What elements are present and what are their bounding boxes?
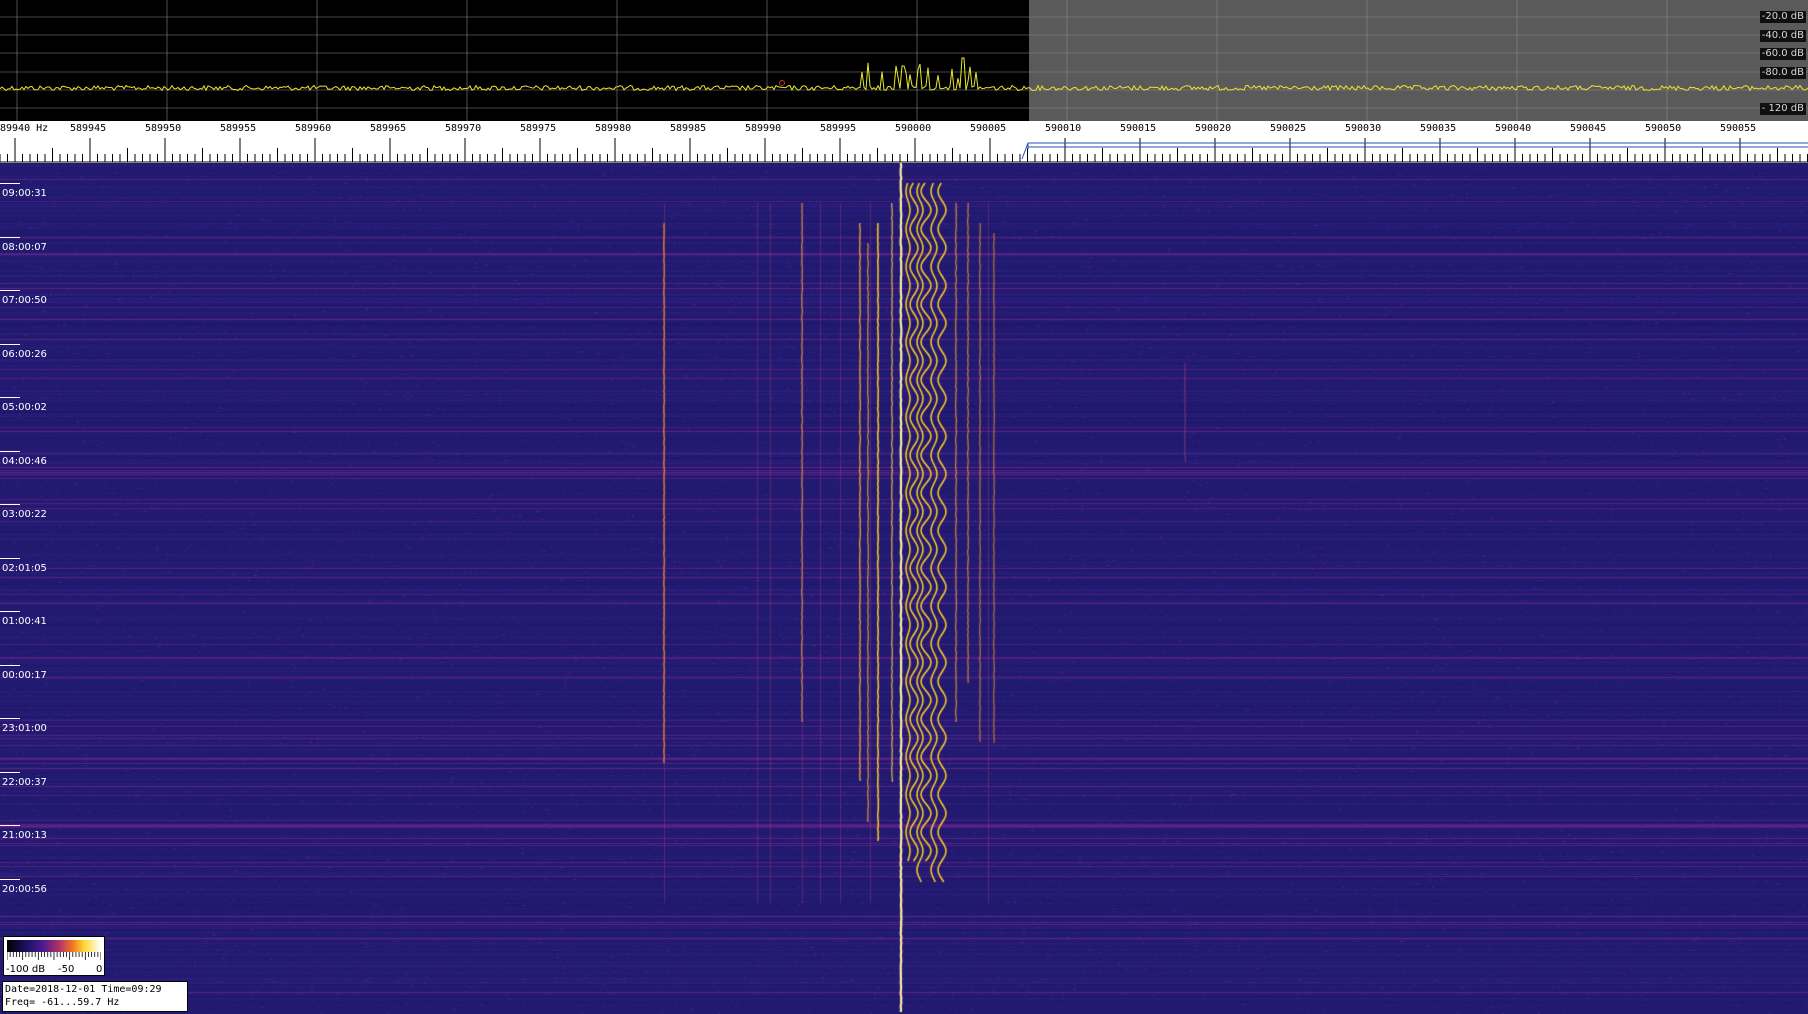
time-label: 04:00:46 xyxy=(2,455,47,467)
frequency-tick-label: 589945 xyxy=(70,123,107,134)
waterfall-canvas xyxy=(0,163,1808,1014)
time-tick xyxy=(0,878,20,880)
spectrum-plot xyxy=(0,0,1808,121)
spectrum-trace xyxy=(0,57,1808,92)
time-label: 21:00:13 xyxy=(2,830,47,841)
time-tick xyxy=(0,236,20,238)
db-label-4: -80.0 dB xyxy=(1759,67,1806,79)
time-tick xyxy=(0,183,20,184)
time-label: 03:00:22 xyxy=(2,509,47,520)
time-tick xyxy=(0,557,20,559)
time-tick xyxy=(0,825,20,826)
waterfall-display[interactable]: 09:00:31 08:00:07 07:00:50 06:00:26 05:00:02… xyxy=(0,163,1808,1014)
colorbar-label-min: -100 dB xyxy=(6,964,46,975)
frequency-tick-label: 589980 xyxy=(595,123,632,134)
time-label: 23:01:00 xyxy=(2,723,47,734)
time-label: 22:00:37 xyxy=(2,776,47,788)
colorbar-label-max: 0 xyxy=(96,964,103,975)
frequency-tick-label: 589950 xyxy=(145,123,182,134)
frequency-tick-label: 590015 xyxy=(1120,123,1157,134)
frequency-tick-label: 589960 xyxy=(295,123,332,134)
time-label: 05:00:02 xyxy=(2,402,47,413)
db-label-3: -60.0 dB xyxy=(1759,48,1806,60)
time-label: 00:00:17 xyxy=(2,669,47,681)
colorbar-label-mid: -50 xyxy=(58,964,75,975)
frequency-tick-label: 589975 xyxy=(520,123,557,134)
time-label: 02:01:05 xyxy=(2,562,47,574)
frequency-tick-label: 590050 xyxy=(1645,123,1682,134)
frequency-tick-label: 590005 xyxy=(970,123,1007,134)
db-label-1: -20.0 dB xyxy=(1759,11,1806,23)
db-label-2: -40.0 dB xyxy=(1759,30,1806,42)
spectrum-panel[interactable]: -20.0 dB -40.0 dB -60.0 dB -80.0 dB - 12… xyxy=(0,0,1808,121)
frequency-tick-label: 589995 xyxy=(820,123,857,134)
frequency-tick-label: 590000 xyxy=(895,123,932,134)
time-tick xyxy=(0,504,20,505)
time-tick xyxy=(0,664,20,666)
date-time-line: Date=2018-12-01 Time=09:29 xyxy=(5,984,162,995)
colorbar-legend: -100 dB -50 0 xyxy=(3,936,105,976)
time-label: 01:00:41 xyxy=(2,616,47,627)
frequency-ruler[interactable]: 89940 Hz 589945 589950 589955 589960 589965 5… xyxy=(0,121,1808,163)
frequency-tick-label: 589990 xyxy=(745,123,782,134)
frequency-tick-label: 590020 xyxy=(1195,123,1232,134)
frequency-tick-label: 590045 xyxy=(1570,123,1607,134)
time-tick xyxy=(0,397,20,398)
spectrum-analyzer-window: -20.0 dB -40.0 dB -60.0 dB -80.0 dB - 12… xyxy=(0,0,1808,1014)
frequency-tick-label: 590055 xyxy=(1720,123,1757,134)
frequency-tick-label: 590035 xyxy=(1420,123,1457,134)
time-tick xyxy=(0,718,20,719)
time-label: 07:00:50 xyxy=(2,295,47,306)
frequency-tick-label: 590010 xyxy=(1045,123,1082,134)
time-tick xyxy=(0,450,20,452)
time-label: 09:00:31 xyxy=(2,188,47,199)
frequency-tick-label: 589970 xyxy=(445,123,482,134)
colorbar-ticks xyxy=(7,952,101,960)
frequency-tick-label: 590030 xyxy=(1345,123,1382,134)
info-box: Date=2018-12-01 Time=09:29 Freq= -61...5… xyxy=(2,981,188,1012)
frequency-tick-label: 589955 xyxy=(220,123,257,134)
frequency-tick-label: 590040 xyxy=(1495,123,1532,134)
time-tick xyxy=(0,611,20,612)
time-tick xyxy=(0,771,20,773)
time-label: 20:00:56 xyxy=(2,883,47,895)
time-label: 06:00:26 xyxy=(2,348,47,360)
colorbar-gradient xyxy=(7,940,101,952)
frequency-tick-label: 589965 xyxy=(370,123,407,134)
frequency-tick-label: 589985 xyxy=(670,123,707,134)
time-tick xyxy=(0,290,20,291)
frequency-range-line: Freq= -61...59.7 Hz xyxy=(5,997,120,1008)
spectrum-marker xyxy=(779,80,785,86)
frequency-unit-label: 89940 Hz xyxy=(0,123,49,134)
frequency-tick-label: 590025 xyxy=(1270,123,1307,134)
time-tick xyxy=(0,343,20,345)
db-label-5: - 120 dB xyxy=(1759,103,1806,115)
time-label: 08:00:07 xyxy=(2,241,47,253)
